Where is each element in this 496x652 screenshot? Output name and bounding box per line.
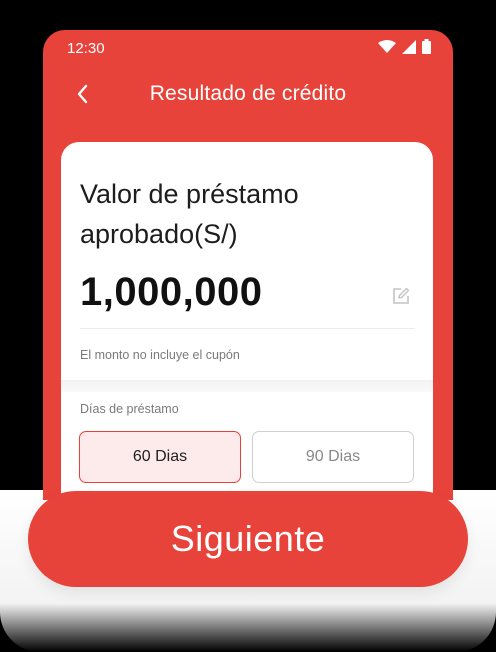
approved-amount-label: Valor de préstamo aprobado(S/) — [80, 179, 299, 249]
coupon-note: El monto no incluye el cupón — [80, 348, 240, 362]
next-button[interactable]: Siguiente — [28, 491, 468, 587]
loan-result-card: Valor de préstamo aprobado(S/) 1,000,000… — [61, 142, 433, 500]
days-option-90[interactable]: 90 Dias — [252, 431, 414, 483]
battery-icon — [422, 39, 431, 54]
section-separator — [61, 380, 433, 392]
wifi-icon — [378, 39, 396, 53]
signal-icon — [402, 39, 416, 54]
divider — [80, 328, 415, 329]
status-bar: 12:30 — [43, 30, 453, 66]
loan-days-label: Días de préstamo — [80, 402, 179, 416]
phone-screen: 12:30 Resultado de crédito Valor de prés… — [43, 30, 453, 500]
status-icons — [378, 39, 431, 54]
days-option-60[interactable]: 60 Dias — [79, 431, 241, 483]
edit-icon[interactable] — [391, 286, 411, 306]
page-title: Resultado de crédito — [149, 82, 347, 105]
approved-amount-value: 1,000,000 — [80, 270, 263, 314]
status-time: 12:30 — [67, 40, 105, 57]
